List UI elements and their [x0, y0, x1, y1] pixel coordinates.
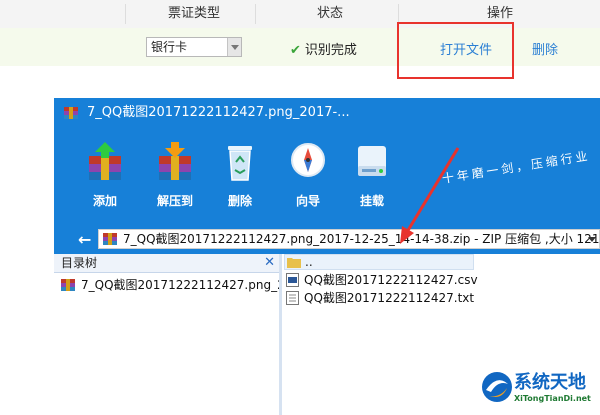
- watermark: 系统天地 XiTongTianDi.net: [478, 368, 600, 415]
- watermark-brand: 系统天地: [514, 372, 586, 393]
- watermark-logo-icon: [482, 372, 512, 402]
- watermark-url: XiTongTianDi.net: [514, 394, 591, 403]
- red-annotation-arrow: [400, 147, 460, 244]
